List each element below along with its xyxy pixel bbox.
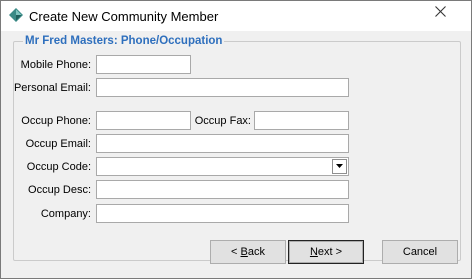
dropdown-arrow-button[interactable] (332, 159, 347, 174)
dialog-body: Mr Fred Masters: Phone/Occupation Mobile… (1, 31, 471, 278)
group-legend: Mr Fred Masters: Phone/Occupation (23, 35, 225, 47)
company-label: Company: (40, 208, 91, 220)
occup-phone-input[interactable] (96, 111, 191, 130)
personal-email-label: Personal Email: (13, 82, 91, 94)
back-prefix: < (231, 246, 241, 258)
occup-code-select[interactable] (96, 157, 349, 176)
mobile-phone-label: Mobile Phone: (20, 59, 91, 71)
occup-email-label: Occup Email: (25, 138, 91, 150)
occup-phone-label: Occup Phone: (21, 115, 91, 127)
back-button[interactable]: < Back (210, 240, 286, 264)
occup-desc-label: Occup Desc: (28, 184, 91, 196)
occup-code-label: Occup Code: (26, 161, 91, 173)
title-bar[interactable]: Create New Community Member (1, 1, 471, 31)
back-mnemonic: B (240, 246, 248, 258)
back-rest: ack (247, 246, 265, 258)
mobile-phone-input[interactable] (96, 55, 191, 74)
occup-fax-label: Occup Fax: (194, 115, 251, 127)
personal-email-input[interactable] (96, 78, 349, 97)
occup-desc-input[interactable] (96, 180, 349, 199)
close-icon (435, 6, 446, 17)
occup-email-input[interactable] (96, 134, 349, 153)
app-diamond-icon (9, 8, 23, 22)
next-rest: ext > (317, 246, 343, 258)
window-title: Create New Community Member (29, 9, 219, 24)
dialog-window: Create New Community Member Mr Fred Mast… (0, 0, 472, 279)
company-input[interactable] (96, 204, 349, 223)
next-mnemonic: N (309, 246, 318, 258)
occup-fax-input[interactable] (254, 111, 349, 130)
chevron-down-icon (336, 164, 343, 168)
next-button[interactable]: Next > (288, 240, 364, 264)
cancel-button[interactable]: Cancel (382, 240, 458, 264)
close-button[interactable] (418, 2, 463, 20)
